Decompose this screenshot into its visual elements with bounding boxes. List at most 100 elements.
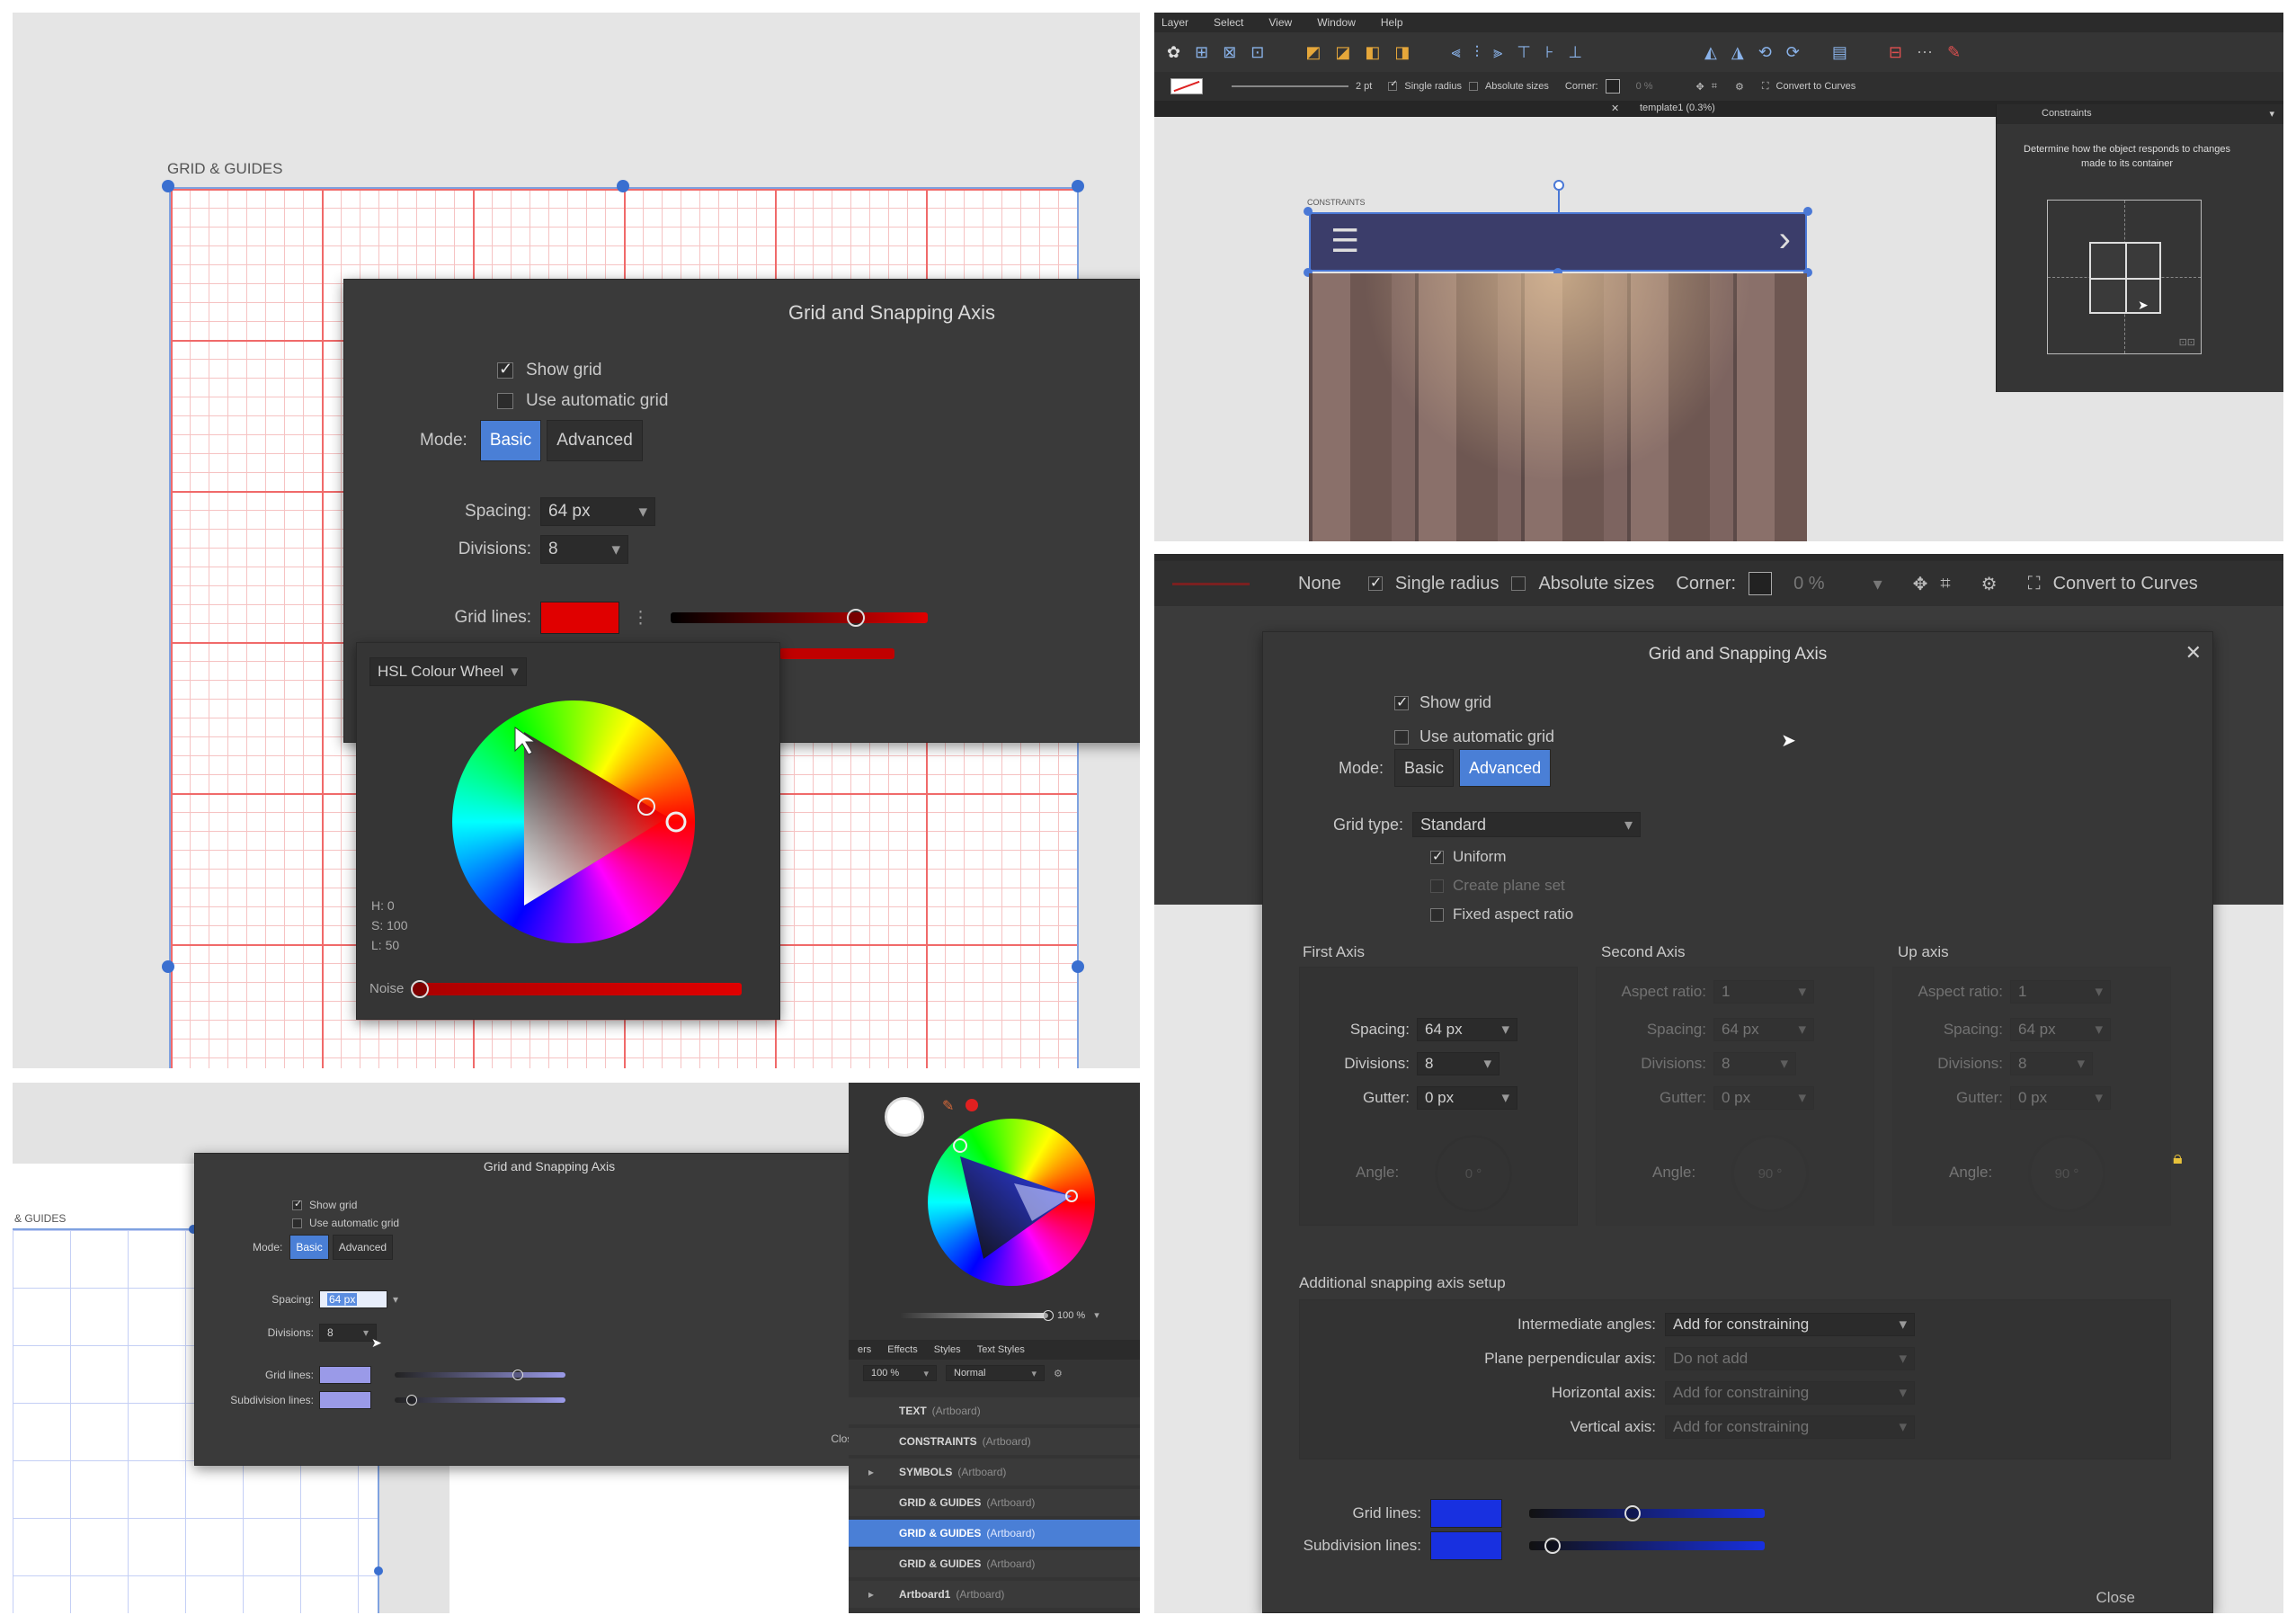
second-spacing-combo[interactable]: 64 px ▾ (1713, 1018, 1814, 1041)
first-spacing-combo[interactable]: 64 px ▾ (1417, 1018, 1517, 1041)
slider-knob[interactable] (1043, 1309, 1054, 1321)
slider-knob[interactable] (1544, 1538, 1562, 1554)
show-grid-option[interactable]: Show grid (292, 1198, 357, 1211)
convert-to-curves-button[interactable]: Convert to Curves (1776, 81, 1856, 92)
expand-icon[interactable]: ▸ (868, 1588, 874, 1601)
lock-icon[interactable]: ⊡⊡ (2179, 336, 2195, 348)
slider-knob[interactable] (410, 979, 429, 998)
align-center-icon[interactable]: ⫶ (1475, 43, 1480, 62)
settings-icon[interactable]: ⚙ (1735, 81, 1744, 93)
hsl-colour-wheel[interactable] (443, 692, 704, 952)
chevron-down-icon[interactable]: ▾ (393, 1293, 398, 1306)
grid-lines-opacity-slider[interactable] (395, 1370, 565, 1380)
second-divisions-combo[interactable]: 8 ▾ (1713, 1052, 1796, 1075)
rotate-right-icon[interactable]: ⟳ (1786, 43, 1800, 62)
create-plane-set-option[interactable]: Create plane set (1430, 877, 1565, 895)
menu-layer[interactable]: Layer (1161, 16, 1188, 29)
layer-row[interactable]: GRID & GUIDES (Artboard) (849, 1489, 1140, 1516)
auto-grid-option[interactable]: Use automatic grid (292, 1217, 399, 1229)
auto-grid-option[interactable]: Use automatic grid (497, 391, 668, 411)
snapping-icon[interactable]: ⊞ (1195, 43, 1208, 62)
menu-help[interactable]: Help (1381, 16, 1403, 29)
single-radius-checkbox[interactable] (1367, 574, 1383, 592)
tab-layers[interactable]: ers (858, 1344, 871, 1355)
spacing-combo[interactable]: 64 px ▾ (540, 497, 655, 526)
auto-grid-checkbox[interactable] (497, 393, 513, 409)
slider-knob[interactable] (1624, 1505, 1642, 1521)
close-icon[interactable]: ✕ (1611, 103, 1619, 114)
align-top-icon[interactable]: ⊤ (1517, 43, 1531, 62)
layer-row[interactable]: TEXT (Artboard) (849, 1397, 1140, 1424)
grid-lines-opacity-slider[interactable] (671, 609, 928, 627)
gear-icon[interactable]: ✿ (1167, 43, 1180, 62)
edit-icon[interactable]: ⌗ (1940, 574, 1950, 594)
menu-window[interactable]: Window (1317, 16, 1356, 29)
insert-icon[interactable]: ⊟ (1889, 43, 1902, 62)
more-icon[interactable]: ⋯ (1917, 43, 1933, 62)
selection-handle[interactable] (1803, 207, 1812, 216)
second-angle-dial[interactable]: 90 ° (1731, 1135, 1809, 1212)
grid-icon[interactable]: ⊠ (1223, 43, 1236, 62)
tab-effects[interactable]: Effects (887, 1344, 917, 1355)
wood-background-image[interactable] (1309, 273, 1807, 541)
single-radius-checkbox[interactable] (1388, 79, 1398, 91)
colour-mode-combo[interactable]: HSL Colour Wheel ▾ (369, 657, 527, 686)
layer-row-selected[interactable]: GRID & GUIDES (Artboard) (849, 1520, 1140, 1547)
spacing-input[interactable]: 64 px (319, 1290, 387, 1308)
grid-type-combo[interactable]: Standard ▾ (1412, 812, 1641, 837)
stroke-slider[interactable] (1172, 582, 1250, 585)
transform-origin-icon[interactable]: ✥ (1913, 573, 1928, 595)
first-divisions-combo[interactable]: 8 ▾ (1417, 1052, 1500, 1075)
mode-basic-button[interactable]: Basic (479, 420, 542, 461)
expand-icon[interactable]: ▸ (868, 1466, 874, 1478)
menu-view[interactable]: View (1268, 16, 1292, 29)
edit-icon[interactable]: ⌗ (1712, 81, 1717, 93)
close-button[interactable]: Close (2096, 1589, 2135, 1607)
selection-handle[interactable] (162, 180, 174, 192)
first-angle-dial[interactable]: 0 ° (1435, 1135, 1512, 1212)
slider-knob[interactable] (846, 609, 865, 627)
horizontal-axis-combo[interactable]: Add for constraining ▾ (1665, 1381, 1915, 1405)
tab-styles[interactable]: Styles (934, 1344, 961, 1355)
slider-knob[interactable] (406, 1395, 417, 1405)
mode-basic-button[interactable]: Basic (289, 1235, 329, 1260)
mode-advanced-button[interactable]: Advanced (332, 1235, 394, 1260)
nav-bar-object[interactable]: ☰ › (1309, 212, 1807, 272)
eyedropper-icon[interactable]: ✎ (942, 1097, 954, 1115)
grid-alt-icon[interactable]: ⊡ (1250, 43, 1264, 62)
layer-row[interactable]: CONSTRAINTS (Artboard) (849, 1428, 1140, 1455)
selection-handle[interactable] (1072, 180, 1084, 192)
divisions-combo[interactable]: 8 ▾ (540, 535, 628, 564)
blend-mode-combo[interactable]: Normal ▾ (946, 1365, 1045, 1381)
selection-handle[interactable] (617, 180, 629, 192)
selection-handle[interactable] (374, 1566, 383, 1575)
gear-icon[interactable]: ⚙ (1054, 1368, 1063, 1379)
convert-to-curves-button[interactable]: Convert to Curves (2053, 574, 2198, 594)
align-middle-icon[interactable]: ⊦ (1545, 43, 1553, 62)
slider-knob[interactable] (512, 1370, 523, 1380)
corner-type-swatch[interactable] (1749, 572, 1773, 595)
plane-perpendicular-combo[interactable]: Do not add ▾ (1665, 1347, 1915, 1370)
uniform-option[interactable]: Uniform (1430, 848, 1507, 866)
absolute-sizes-checkbox[interactable] (1511, 576, 1526, 591)
layer-row[interactable]: ▸ SYMBOLS (Artboard) (849, 1459, 1140, 1486)
align-right-icon[interactable]: ⫸ (1493, 43, 1502, 62)
vertical-axis-combo[interactable]: Add for constraining ▾ (1665, 1415, 1915, 1439)
selection-handle[interactable] (162, 960, 174, 973)
boolean-icon[interactable]: ▤ (1832, 43, 1847, 62)
auto-grid-checkbox[interactable] (292, 1218, 302, 1228)
subdivision-lines-swatch[interactable] (319, 1391, 371, 1409)
document-tab[interactable]: template1 (0.3%) (1640, 103, 1715, 113)
grid-lines-opacity-slider[interactable] (1529, 1505, 1765, 1521)
constraints-diagram[interactable]: ➤ ⊡⊡ (2047, 200, 2202, 354)
create-plane-set-checkbox[interactable] (1430, 879, 1444, 893)
lock-icon[interactable]: 🔒︎ (2173, 1148, 2183, 1169)
menu-select[interactable]: Select (1214, 16, 1243, 29)
align-bottom-icon[interactable]: ⊥ (1568, 43, 1582, 62)
subdivision-opacity-slider[interactable] (395, 1395, 565, 1405)
tab-text-styles[interactable]: Text Styles (977, 1344, 1025, 1355)
uniform-checkbox[interactable] (1430, 848, 1444, 864)
arrange-forward-icon[interactable]: ◨ (1394, 43, 1410, 62)
close-icon[interactable]: ✕ (2185, 641, 2202, 665)
opacity-slider[interactable] (899, 1309, 1054, 1321)
